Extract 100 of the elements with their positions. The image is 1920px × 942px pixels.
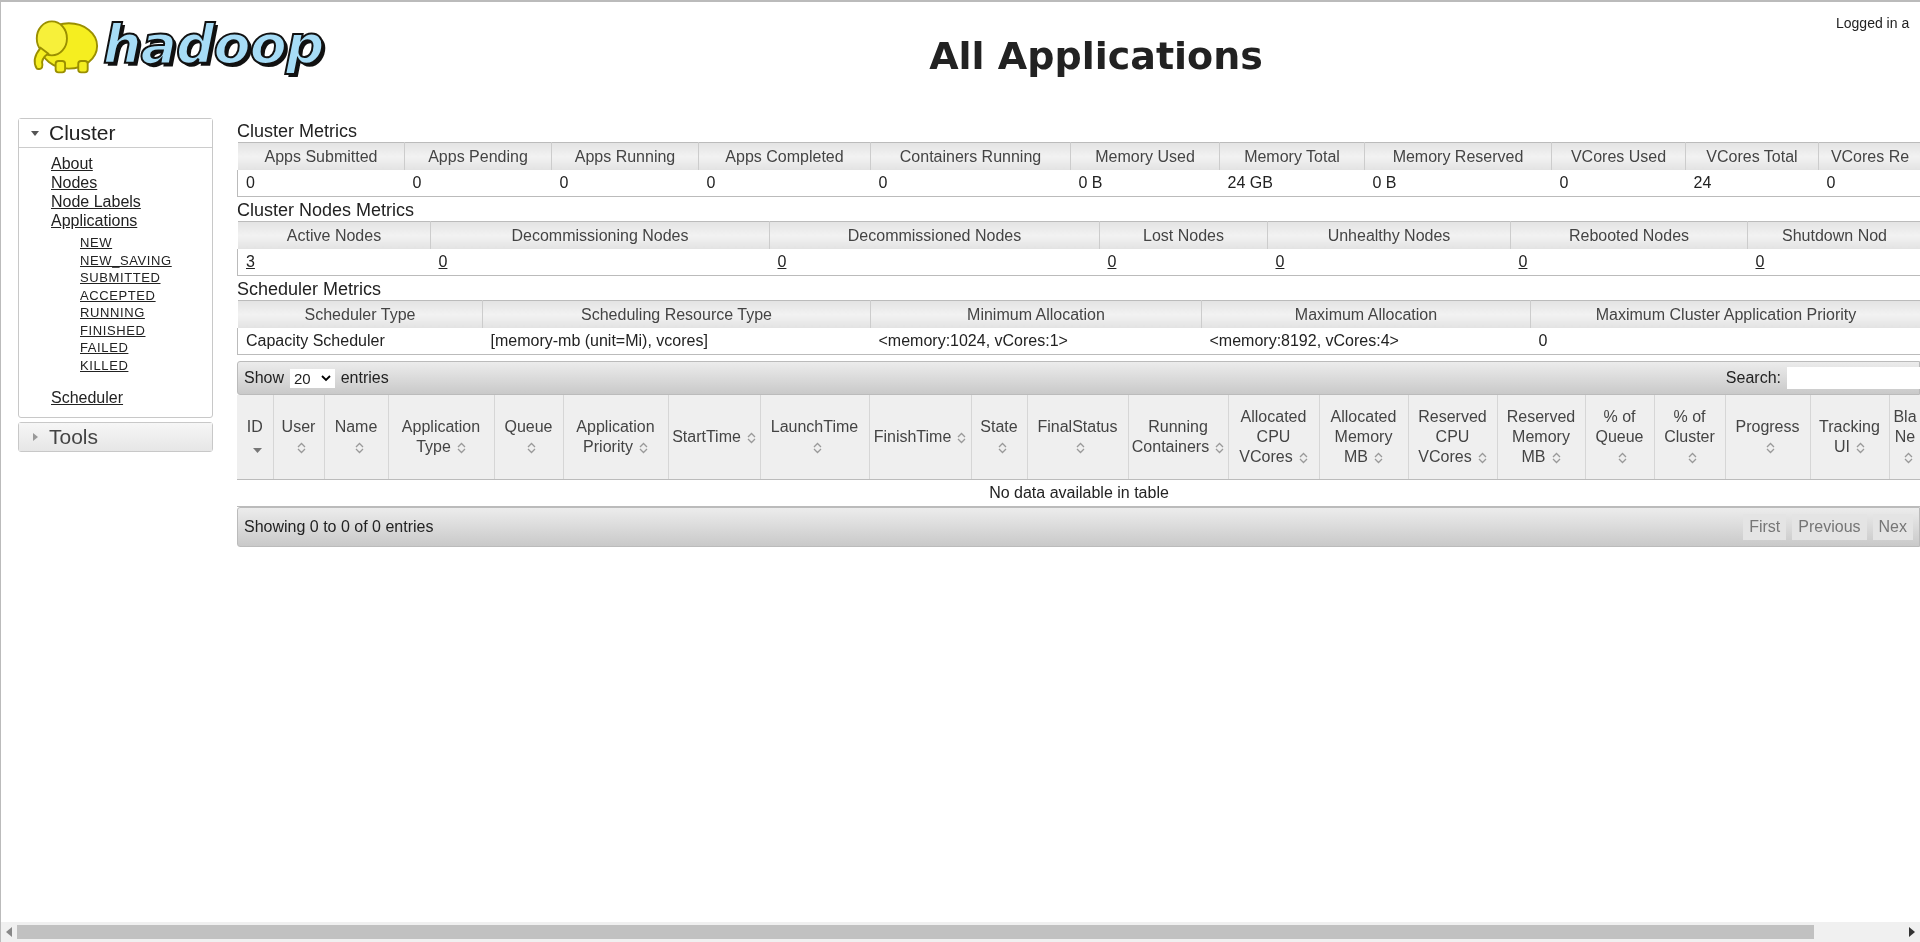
table-cell: 0 xyxy=(870,170,1071,197)
column-header: Minimum Allocation xyxy=(870,300,1202,328)
state-link[interactable]: SUBMITTED xyxy=(80,269,161,287)
state-link[interactable]: KILLED xyxy=(80,356,129,374)
table-cell: [memory-mb (unit=Mi), vcores] xyxy=(482,328,871,355)
state-link[interactable]: FAILED xyxy=(80,339,129,357)
column-header: Lost Nodes xyxy=(1099,221,1268,249)
sort-desc-icon xyxy=(253,448,263,454)
column-header: Apps Running xyxy=(551,142,699,170)
login-status: Logged in a xyxy=(1836,15,1910,31)
column-header[interactable]: State xyxy=(971,395,1027,480)
state-link[interactable]: NEW_SAVING xyxy=(80,251,172,269)
search-field[interactable] xyxy=(1787,367,1920,389)
cell-link[interactable]: 0 xyxy=(1275,253,1285,270)
column-header[interactable]: Reserved CPU VCores xyxy=(1408,395,1497,480)
state-link[interactable]: ACCEPTED xyxy=(80,286,156,304)
table-cell: <memory:8192, vCores:4> xyxy=(1201,328,1531,355)
column-header[interactable]: FinalStatus xyxy=(1027,395,1128,480)
sort-icon xyxy=(1903,452,1913,464)
page-title: All Applications xyxy=(928,34,1264,78)
cell-link[interactable]: 0 xyxy=(1107,253,1117,270)
column-header: VCores Total xyxy=(1685,142,1819,170)
sort-icon xyxy=(957,432,967,444)
sort-icon xyxy=(1076,442,1085,454)
cell-link[interactable]: 0 xyxy=(438,253,448,270)
section-title: Tools xyxy=(49,425,99,449)
column-header[interactable]: Reserved Memory MB xyxy=(1497,395,1585,480)
sort-icon xyxy=(746,432,756,444)
column-header: Maximum Allocation xyxy=(1201,300,1531,328)
column-header: Memory Used xyxy=(1070,142,1220,170)
sort-icon xyxy=(1766,442,1775,454)
column-header[interactable]: Allocated CPU VCores xyxy=(1228,395,1319,480)
cell-link[interactable]: 0 xyxy=(1755,253,1765,270)
state-link[interactable]: RUNNING xyxy=(80,304,145,322)
column-header[interactable]: LaunchTime xyxy=(760,395,869,480)
column-header[interactable]: Application Priority xyxy=(563,395,668,480)
sort-icon xyxy=(1374,452,1383,464)
column-header[interactable]: Bla Ne xyxy=(1889,395,1920,480)
column-header: Rebooted Nodes xyxy=(1510,221,1748,249)
section-title: Scheduler Metrics xyxy=(237,278,383,300)
scrollbar-thumb[interactable] xyxy=(17,925,1814,939)
horizontal-scrollbar[interactable] xyxy=(1,922,1920,942)
nav-link[interactable]: About xyxy=(51,154,93,173)
length-label: entries xyxy=(340,369,389,387)
column-header[interactable]: Name xyxy=(324,395,388,480)
column-header: Decommissioning Nodes xyxy=(430,221,770,249)
column-header[interactable]: Progress xyxy=(1725,395,1810,480)
sort-icon xyxy=(1298,452,1308,464)
logo-text: hadoop xyxy=(103,18,324,72)
column-header[interactable]: User xyxy=(273,395,324,480)
column-header: Maximum Cluster Application Priority xyxy=(1530,300,1920,328)
column-header[interactable]: Allocated Memory MB xyxy=(1319,395,1408,480)
column-header[interactable]: % of Queue xyxy=(1585,395,1654,480)
table-cell: Capacity Scheduler xyxy=(237,328,483,355)
section-title: Cluster Metrics xyxy=(237,120,358,142)
sort-icon xyxy=(1688,452,1697,464)
scroll-right-icon[interactable] xyxy=(1908,927,1916,937)
state-link[interactable]: FINISHED xyxy=(80,321,146,339)
table-cell: 0 xyxy=(404,170,552,197)
nav-link[interactable]: Nodes xyxy=(51,173,98,192)
sort-icon xyxy=(1618,452,1627,464)
nav-link[interactable]: Scheduler xyxy=(51,388,124,407)
page-size-select[interactable]: 20 xyxy=(290,368,335,388)
column-header[interactable]: Tracking UI xyxy=(1810,395,1889,480)
chevron-down-icon xyxy=(320,374,331,382)
cell-link[interactable]: 0 xyxy=(777,253,787,270)
table-cell: 24 GB xyxy=(1219,170,1365,197)
column-header: Scheduling Resource Type xyxy=(482,300,871,328)
section-title: Cluster xyxy=(49,121,116,145)
state-link[interactable]: NEW xyxy=(80,234,113,252)
sort-icon xyxy=(638,442,648,454)
column-header[interactable]: Running Containers xyxy=(1128,395,1228,480)
column-header[interactable]: StartTime xyxy=(668,395,760,480)
column-header: Shutdown Nod xyxy=(1747,221,1920,249)
table-cell: 0 xyxy=(1551,170,1686,197)
section-title: Cluster Nodes Metrics xyxy=(237,199,416,221)
column-header[interactable]: FinishTime xyxy=(869,395,971,480)
sort-icon xyxy=(1856,442,1865,454)
section-header[interactable]: Tools xyxy=(19,423,212,451)
scroll-left-icon[interactable] xyxy=(5,927,13,937)
sort-icon xyxy=(456,442,466,454)
column-header[interactable]: Queue xyxy=(494,395,563,480)
section-header[interactable]: Cluster xyxy=(19,119,212,148)
cell-link[interactable]: 0 xyxy=(1518,253,1528,270)
column-header: Apps Completed xyxy=(698,142,871,170)
cell-link[interactable]: 3 xyxy=(246,253,255,270)
column-header: Memory Total xyxy=(1219,142,1365,170)
column-header[interactable]: Application Type xyxy=(388,395,494,480)
sort-icon xyxy=(813,442,822,454)
nav-link[interactable]: Applications xyxy=(51,211,138,230)
table-cell: 0 xyxy=(1530,328,1920,355)
empty-message: No data available in table xyxy=(989,484,1169,501)
table-info: Showing 0 to 0 of 0 entries xyxy=(244,518,434,536)
column-header: Active Nodes xyxy=(237,221,431,249)
nav-link[interactable]: Node Labels xyxy=(51,192,141,211)
column-header[interactable]: % of Cluster xyxy=(1654,395,1725,480)
column-header: Memory Reserved xyxy=(1364,142,1552,170)
sort-icon xyxy=(1551,452,1561,464)
sort-icon xyxy=(997,442,1007,454)
column-header[interactable]: ID xyxy=(237,395,273,480)
